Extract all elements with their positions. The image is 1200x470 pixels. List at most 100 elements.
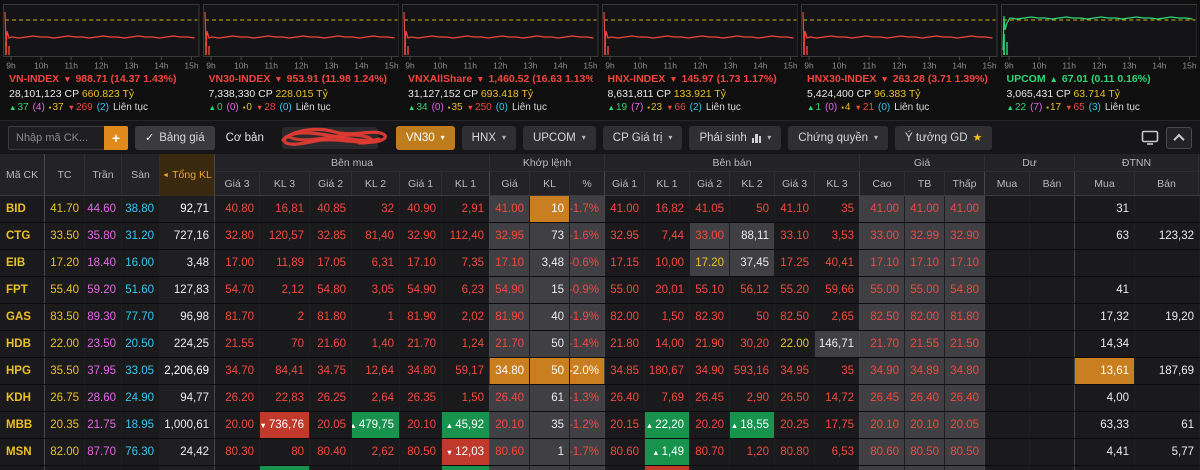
cell-sell-gia-1: 32.95 bbox=[605, 223, 645, 249]
tab-ph-i-sinh[interactable]: Phái sinh▾ bbox=[689, 126, 781, 150]
advancers-count: 37 bbox=[17, 102, 28, 113]
col-header-buy-kl-2[interactable]: KL 2 bbox=[352, 172, 400, 195]
col-header-tc[interactable]: TC bbox=[45, 154, 85, 196]
index-chart: 9h10h11h12h13h14h15h bbox=[801, 4, 998, 70]
cell-sell-kl-2: 88,11 bbox=[730, 223, 775, 249]
cell-buy-kl-3: ▲20,48 bbox=[260, 466, 310, 470]
col-header-san[interactable]: Sàn bbox=[122, 154, 160, 196]
col-header-match-pct[interactable]: % bbox=[570, 172, 605, 195]
advancers-icon: ▲ bbox=[1007, 103, 1014, 112]
table-row-bid[interactable]: BID41.7044.6038.8092,7140.8016,8140.8532… bbox=[0, 196, 1200, 223]
cell-buy-gia-2: 81.80 bbox=[310, 304, 352, 330]
index-panel-vn30-index[interactable]: 9h10h11h12h13h14h15hVN30-INDEX ▼ 953.91 … bbox=[203, 4, 400, 118]
search-input[interactable] bbox=[8, 126, 104, 150]
col-header-sell-gia-3[interactable]: Giá 3 bbox=[775, 172, 815, 195]
cell-sell-gia-3: 82.50 bbox=[775, 304, 815, 330]
unchanged-icon: ▪ bbox=[647, 103, 650, 112]
svg-text:15h: 15h bbox=[184, 61, 198, 70]
col-header-du-mua[interactable]: Mua bbox=[985, 172, 1030, 195]
cell-dtnn-ban: 123,32 bbox=[1135, 223, 1200, 249]
col-header-sell-gia-1[interactable]: Giá 1 bbox=[605, 172, 645, 195]
tab-co-ban[interactable]: Cơ bản bbox=[222, 132, 268, 144]
col-header-du-ban[interactable]: Bán bbox=[1030, 172, 1075, 195]
decliners-icon: ▼ bbox=[68, 103, 75, 112]
floor-count: (3) bbox=[1089, 102, 1101, 113]
down-arrow-icon: ▼ bbox=[446, 448, 453, 457]
cell-du-mua bbox=[985, 412, 1030, 438]
index-panel-hnx30-index[interactable]: 9h10h11h12h13h14h15hHNX30-INDEX ▼ 263.28… bbox=[801, 4, 998, 118]
tab-cp-gi-tr-[interactable]: CP Giá trị▾ bbox=[603, 126, 683, 150]
cell-dtnn-mua: 4,00 bbox=[1075, 385, 1135, 411]
price-board-button[interactable]: ✓ Bảng giá bbox=[135, 126, 215, 150]
monitor-icon[interactable] bbox=[1141, 130, 1159, 145]
index-panel-hnx-index[interactable]: 9h10h11h12h13h14h15hHNX-INDEX ▼ 145.97 (… bbox=[602, 4, 799, 118]
add-ticker-button[interactable]: + bbox=[104, 126, 128, 150]
cell-tc: 116.00 bbox=[45, 466, 85, 470]
cell-gia-thap: 41.00 bbox=[945, 196, 985, 222]
cell-tong-kl: 727,16 bbox=[160, 223, 215, 249]
col-header-gia-thap[interactable]: Thấp bbox=[945, 172, 985, 195]
table-row-mwg[interactable]: MWG116.00124.10107.9091,11113.20▲20,4811… bbox=[0, 466, 1200, 470]
table-row-msn[interactable]: MSN82.0087.7076.3024,4280.308080.402,628… bbox=[0, 439, 1200, 466]
col-header-dtnn-ban[interactable]: Bán bbox=[1135, 172, 1199, 195]
index-value: 953.91 bbox=[287, 73, 319, 85]
table-row-gas[interactable]: GAS83.5089.3077.7096,9881.70281.80181.90… bbox=[0, 304, 1200, 331]
collapse-button[interactable] bbox=[1166, 127, 1192, 149]
col-header-match-kl[interactable]: KL bbox=[530, 172, 570, 195]
cell-buy-kl-3: 84,41 bbox=[260, 358, 310, 384]
cell-buy-kl-3: 16,81 bbox=[260, 196, 310, 222]
col-header-code[interactable]: Mã CK bbox=[0, 154, 45, 196]
index-panel-upcom[interactable]: 9h10h11h12h13h14h15hUPCOM ▲ 67.01 (0.11 … bbox=[1001, 4, 1198, 118]
col-header-match-gia[interactable]: Giá bbox=[490, 172, 530, 195]
table-row-kdh[interactable]: KDH26.7528.6024.9094,7726.2022,8326.252,… bbox=[0, 385, 1200, 412]
table-row-fpt[interactable]: FPT55.4059.2051.60127,8354.702,1254.803,… bbox=[0, 277, 1200, 304]
cell-buy-kl-3: ▼736,76 bbox=[260, 412, 310, 438]
cell-gia-thap: 32.90 bbox=[945, 223, 985, 249]
cell-san: 76.30 bbox=[122, 439, 160, 465]
col-header-gia-tb[interactable]: TB bbox=[905, 172, 945, 195]
cell-sell-gia-3: 41.10 bbox=[775, 196, 815, 222]
cell-san: 18.95 bbox=[122, 412, 160, 438]
col-header-tong-kl[interactable]: ◄Tổng KL bbox=[160, 154, 215, 196]
cell-sell-gia-1: 26.40 bbox=[605, 385, 645, 411]
cell-sell-kl-1: 14,00 bbox=[645, 331, 690, 357]
col-header-sell-gia-2[interactable]: Giá 2 bbox=[690, 172, 730, 195]
table-row-ctg[interactable]: CTG33.5035.8031.20727,1632.80120,5732.85… bbox=[0, 223, 1200, 250]
index-change: (3.71 1.39%) bbox=[928, 73, 988, 85]
index-name: HNX30-INDEX bbox=[807, 73, 876, 85]
cell-tc: 82.00 bbox=[45, 439, 85, 465]
col-header-gia-cao[interactable]: Cao bbox=[860, 172, 905, 195]
tab-vn30[interactable]: VN30▾ bbox=[396, 126, 455, 150]
table-row-eib[interactable]: EIB17.2018.4016.003,4817.0011,8917.056,3… bbox=[0, 250, 1200, 277]
redacted-tab[interactable] bbox=[275, 124, 389, 152]
table-row-mbb[interactable]: MBB20.3521.7518.951,000,6120.00▼736,7620… bbox=[0, 412, 1200, 439]
col-header-buy-gia-3[interactable]: Giá 3 bbox=[215, 172, 260, 195]
cell-sell-kl-1: ▲22,20 bbox=[645, 412, 690, 438]
cell-sell-gia-1: 113.90 bbox=[605, 466, 645, 470]
tab-upcom[interactable]: UPCOM▾ bbox=[523, 126, 596, 150]
col-header-sell-kl-2[interactable]: KL 2 bbox=[730, 172, 775, 195]
col-header-sell-kl-1[interactable]: KL 1 bbox=[645, 172, 690, 195]
index-panel-vnxallshare[interactable]: 9h10h11h12h13h14h15hVNXAllShare ▼ 1,460.… bbox=[402, 4, 599, 118]
col-header-sell-kl-3[interactable]: KL 3 bbox=[815, 172, 860, 195]
cell-buy-gia-1: 54.90 bbox=[400, 277, 442, 303]
col-header-buy-gia-2[interactable]: Giá 2 bbox=[310, 172, 352, 195]
col-header-buy-gia-1[interactable]: Giá 1 bbox=[400, 172, 442, 195]
col-header-dtnn-mua[interactable]: Mua bbox=[1075, 172, 1135, 195]
col-group-3: GiáCaoTBThấp bbox=[860, 154, 985, 195]
tab-label: UPCOM bbox=[533, 132, 576, 144]
col-header-buy-kl-3[interactable]: KL 3 bbox=[260, 172, 310, 195]
cell-san: 16.00 bbox=[122, 250, 160, 276]
index-panel-vn-index[interactable]: 9h10h11h12h13h14h15hVN-INDEX ▼ 988.71 (1… bbox=[3, 4, 200, 118]
table-row-hdb[interactable]: HDB22.0023.5020.50224,2521.557021.601,40… bbox=[0, 331, 1200, 358]
col-header-tran[interactable]: Trần bbox=[85, 154, 122, 196]
table-row-hpg[interactable]: HPG35.5037.9533.052,206,6934.7084,4134.7… bbox=[0, 358, 1200, 385]
turnover-unit: Tỷ bbox=[123, 88, 135, 100]
cell-buy-gia-3: 20.00 bbox=[215, 412, 260, 438]
tab--t-ng-gd[interactable]: Ý tưởng GD★ bbox=[895, 126, 992, 150]
ceiling-count: (7) bbox=[1030, 102, 1042, 113]
toolbar: + ✓ Bảng giá Cơ bản VN30▾ HNX▾ UPCOM▾ CP Gi… bbox=[0, 120, 1200, 154]
tab-hnx[interactable]: HNX▾ bbox=[462, 126, 516, 150]
tab-ch-ng-quy-n[interactable]: Chứng quyền▾ bbox=[788, 126, 888, 150]
col-header-buy-kl-1[interactable]: KL 1 bbox=[442, 172, 490, 195]
